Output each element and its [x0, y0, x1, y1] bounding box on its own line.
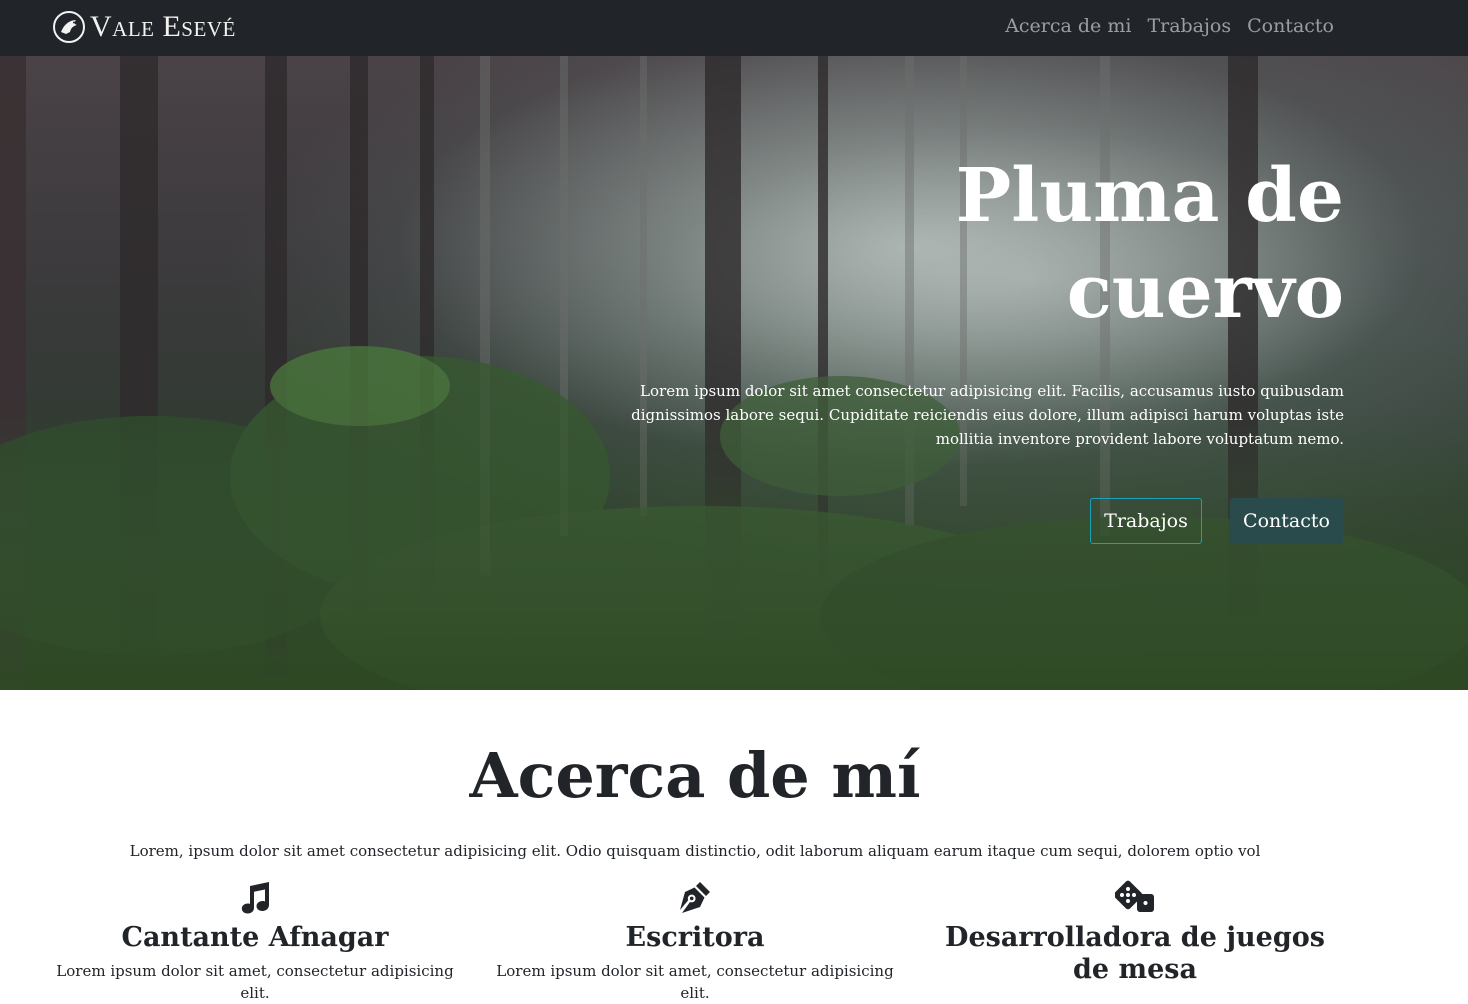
feature-text: Lorem ipsum dolor sit amet, consectetur … [56, 962, 454, 1002]
feature-title: Escritora [625, 922, 765, 953]
feature-title: Cantante Afnagar [121, 922, 389, 953]
feature-singer: Cantante Afnagar Lorem ipsum dolor sit a… [50, 880, 460, 1004]
about-title: Acerca de mí [469, 739, 921, 812]
brand-name: Vale Esevé [90, 10, 236, 43]
hero-description: Lorem ipsum dolor sit amet consectetur a… [631, 382, 1344, 448]
feature-board-games: Desarrolladora de juegos de mesa [930, 880, 1340, 992]
raven-icon [53, 11, 85, 43]
nav-link-about[interactable]: Acerca de mi [1005, 15, 1131, 37]
feature-text: Lorem ipsum dolor sit amet, consectetur … [496, 962, 894, 1002]
about-description: Lorem, ipsum dolor sit amet consectetur … [129, 842, 1261, 860]
dice-icon [1115, 880, 1154, 912]
nav-link-contact[interactable]: Contacto [1247, 15, 1334, 37]
contact-button[interactable]: Contacto [1230, 498, 1343, 544]
hero-section: Pluma de cuervo Lorem ipsum dolor sit am… [0, 56, 1468, 690]
feature-writer: Escritora Lorem ipsum dolor sit amet, co… [490, 880, 900, 1004]
nav-links: Acerca de mi Trabajos Contacto [989, 0, 1334, 52]
feature-title: Desarrolladora de juegos de mesa [945, 922, 1325, 985]
brand-logo[interactable]: Vale Esevé [52, 7, 236, 47]
pen-nib-icon [680, 882, 710, 913]
hero-title: Pluma de cuervo [955, 153, 1344, 335]
navbar: Vale Esevé Acerca de mi Trabajos Contact… [0, 0, 1468, 56]
works-button[interactable]: Trabajos [1090, 498, 1202, 544]
nav-link-works[interactable]: Trabajos [1147, 15, 1231, 37]
music-icon [241, 882, 269, 914]
